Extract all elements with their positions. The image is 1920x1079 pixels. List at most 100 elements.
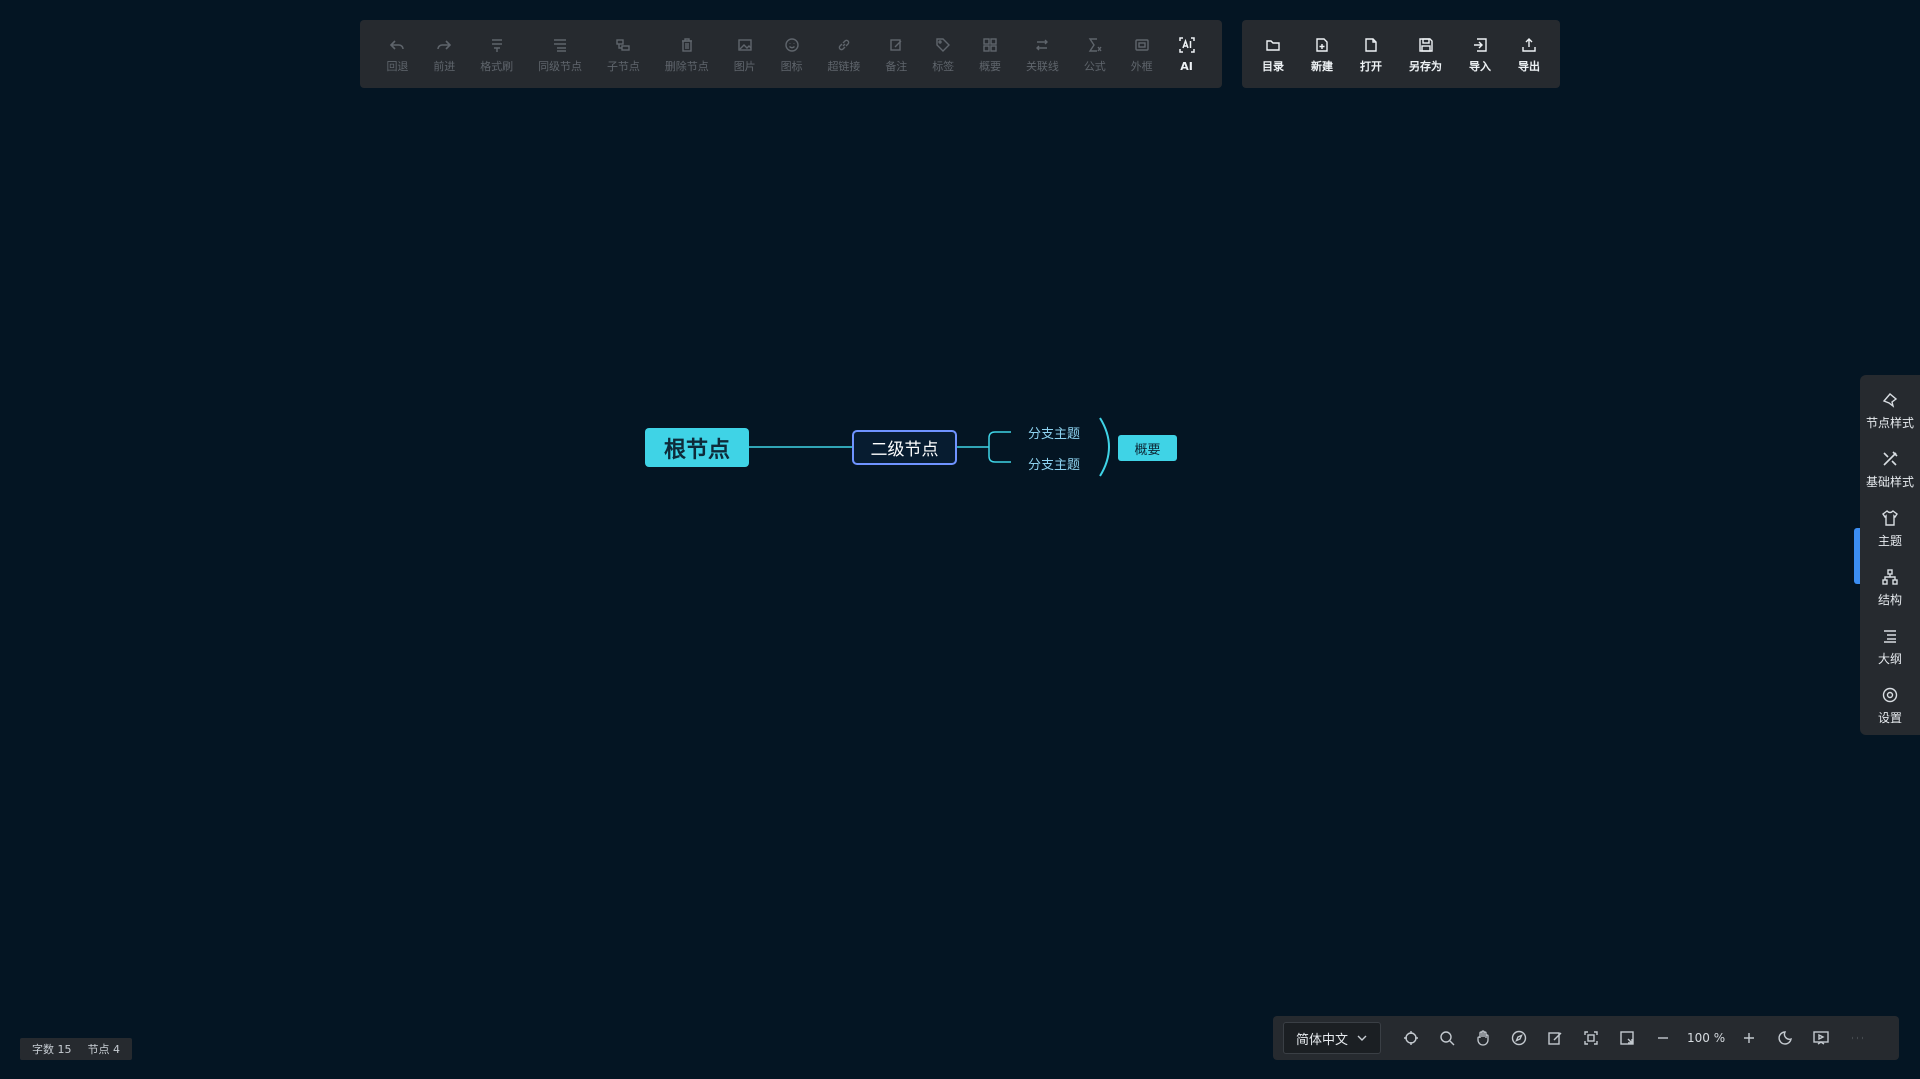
note-label: 备注	[885, 59, 908, 73]
trash-icon	[678, 36, 696, 54]
view-controls-bar: 简体中文 100 %	[1273, 1016, 1899, 1060]
root-node[interactable]: 根节点	[645, 428, 749, 467]
fit-view-button[interactable]	[1577, 1024, 1605, 1052]
structure-icon	[1882, 568, 1898, 585]
crosshair-icon	[1404, 1031, 1419, 1045]
mindmap-canvas[interactable]: 回退 前进 格式刷 同级节点 子节点 删除节点 图片 图标 超链接 备注 标签 …	[0, 0, 1920, 1079]
settings-button[interactable]: 设置	[1860, 676, 1920, 735]
frame-button[interactable]: 外框	[1118, 26, 1165, 82]
zoom-level: 100 %	[1687, 1031, 1726, 1045]
redo-button[interactable]: 前进	[421, 26, 468, 82]
structure-label: 结构	[1877, 592, 1902, 607]
mindmap-connectors	[749, 417, 1110, 477]
hyperlink-label: 超链接	[827, 59, 861, 73]
export-icon	[1520, 36, 1538, 54]
fullscreen-button[interactable]	[1613, 1024, 1641, 1052]
dark-mode-button[interactable]	[1771, 1024, 1799, 1052]
language-select[interactable]: 简体中文	[1283, 1022, 1382, 1054]
save-as-label: 另存为	[1409, 59, 1442, 73]
summary-button[interactable]: 概要	[967, 26, 1014, 82]
redo-label: 前进	[433, 59, 456, 73]
smiley-icon	[783, 36, 801, 54]
ai-button[interactable]: AI	[1165, 26, 1208, 82]
frame-icon	[1133, 36, 1151, 54]
link-icon	[835, 36, 853, 54]
redo-icon	[435, 36, 453, 54]
edit-mode-button[interactable]	[1541, 1024, 1569, 1052]
import-button[interactable]: 导入	[1461, 26, 1499, 82]
base-style-button[interactable]: 基础样式	[1860, 440, 1920, 499]
formula-icon	[1086, 36, 1104, 54]
plus-icon	[1744, 1033, 1755, 1043]
import-icon	[1471, 36, 1489, 54]
second-level-node[interactable]: 二级节点	[852, 430, 957, 465]
file-icon	[1362, 36, 1380, 54]
format-painter-label: 格式刷	[480, 59, 514, 73]
import-label: 导入	[1469, 59, 1491, 73]
export-button[interactable]: 导出	[1510, 26, 1548, 82]
summary-icon	[981, 36, 999, 54]
folder-icon	[1264, 36, 1282, 54]
theme-button[interactable]: 主题	[1860, 499, 1920, 558]
word-count: 字数 15	[32, 1043, 72, 1056]
directory-label: 目录	[1262, 59, 1284, 73]
association-line-button[interactable]: 关联线	[1014, 26, 1072, 82]
locate-center-button[interactable]	[1397, 1024, 1425, 1052]
undo-label: 回退	[386, 59, 409, 73]
note-icon	[887, 36, 905, 54]
save-icon	[1417, 36, 1435, 54]
image-button[interactable]: 图片	[721, 26, 768, 82]
tag-button[interactable]: 标签	[920, 26, 967, 82]
branch-bracket-line	[988, 431, 1011, 463]
node-style-label: 节点样式	[1865, 415, 1914, 430]
sibling-node-label: 同级节点	[538, 59, 583, 73]
association-line-icon	[1033, 36, 1051, 54]
node-style-button[interactable]: 节点样式	[1860, 381, 1920, 440]
format-painter-icon	[488, 36, 506, 54]
directory-button[interactable]: 目录	[1254, 26, 1292, 82]
search-button[interactable]	[1433, 1024, 1461, 1052]
formula-button[interactable]: 公式	[1071, 26, 1118, 82]
drag-mode-button[interactable]	[1469, 1024, 1497, 1052]
icon-button[interactable]: 图标	[768, 26, 815, 82]
tag-icon	[934, 36, 952, 54]
new-file-icon	[1313, 36, 1331, 54]
delete-node-label: 删除节点	[664, 59, 709, 73]
sibling-node-button[interactable]: 同级节点	[526, 26, 595, 82]
undo-button[interactable]: 回退	[374, 26, 421, 82]
branch-topic-node-1[interactable]: 分支主题	[1019, 422, 1089, 442]
base-style-label: 基础样式	[1865, 474, 1914, 489]
gear-icon	[1882, 687, 1898, 702]
tag-label: 标签	[932, 59, 955, 73]
hyperlink-button[interactable]: 超链接	[815, 26, 873, 82]
navigator-button[interactable]	[1505, 1024, 1533, 1052]
save-as-button[interactable]: 另存为	[1401, 26, 1450, 82]
fullscreen-icon	[1620, 1031, 1634, 1045]
presentation-button[interactable]	[1807, 1024, 1835, 1052]
base-style-icon	[1883, 450, 1898, 466]
zoom-out-button[interactable]	[1649, 1024, 1677, 1052]
summary-node[interactable]: 概要	[1118, 435, 1177, 461]
shirt-icon	[1882, 509, 1898, 526]
more-icon	[1852, 1036, 1863, 1040]
outline-button[interactable]: 大纲	[1860, 617, 1920, 676]
open-button[interactable]: 打开	[1352, 26, 1390, 82]
zoom-in-button[interactable]	[1735, 1024, 1763, 1052]
document-stats: 字数 15 节点 4	[20, 1038, 132, 1060]
hand-icon	[1477, 1030, 1489, 1046]
image-label: 图片	[733, 59, 756, 73]
new-button[interactable]: 新建	[1303, 26, 1341, 82]
structure-button[interactable]: 结构	[1860, 558, 1920, 617]
association-line-label: 关联线	[1025, 59, 1059, 73]
delete-node-button[interactable]: 删除节点	[652, 26, 721, 82]
outline-label: 大纲	[1877, 651, 1902, 666]
note-button[interactable]: 备注	[873, 26, 920, 82]
new-label: 新建	[1311, 59, 1333, 73]
more-button[interactable]	[1843, 1024, 1871, 1052]
fit-screen-icon	[1584, 1031, 1598, 1045]
child-node-button[interactable]: 子节点	[595, 26, 653, 82]
child-node-icon	[614, 36, 632, 54]
format-painter-button[interactable]: 格式刷	[468, 26, 526, 82]
node-count: 节点 4	[87, 1043, 121, 1056]
branch-topic-node-2[interactable]: 分支主题	[1019, 453, 1089, 473]
